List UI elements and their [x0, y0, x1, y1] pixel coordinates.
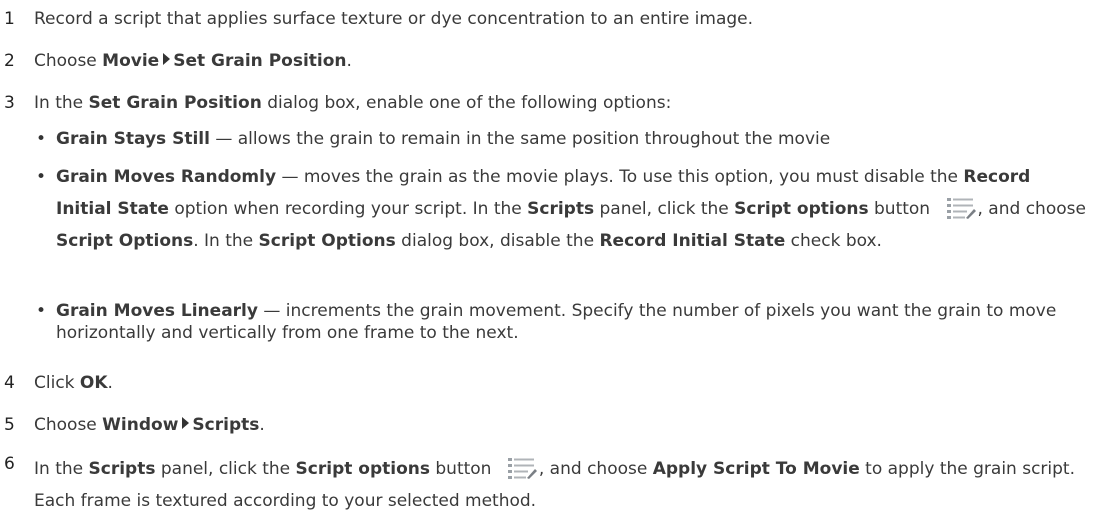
- step-1: 1 Record a script that applies surface t…: [0, 8, 1114, 30]
- step-number: 5: [4, 415, 15, 435]
- script-options-icon: [946, 196, 976, 220]
- step-6: 6 In the Scripts panel, click the Script…: [0, 453, 1114, 517]
- script-options-icon: [507, 456, 537, 480]
- text: button: [429, 459, 497, 479]
- script-options-label: Script options: [295, 459, 430, 479]
- text: check box.: [785, 231, 882, 251]
- text: Choose: [34, 51, 103, 71]
- step-text: Click OK.: [34, 372, 1114, 394]
- text: panel, click the: [155, 459, 296, 479]
- step-number: 2: [4, 51, 15, 71]
- option-name: Grain Stays Still: [56, 129, 210, 149]
- scripts-panel: Scripts: [527, 199, 595, 219]
- step-number: 4: [4, 373, 15, 393]
- text: — moves the grain as the movie plays. To…: [276, 167, 964, 187]
- step-3: 3 In the Set Grain Position dialog box, …: [0, 92, 1114, 114]
- bullet: •: [36, 167, 47, 187]
- script-options-menu: Script Options: [56, 231, 194, 251]
- menu-movie: Movie: [102, 51, 160, 71]
- text: In the: [34, 459, 89, 479]
- text: dialog box, enable one of the following …: [261, 93, 672, 113]
- option-text: Grain Stays Still — allows the grain to …: [56, 128, 1086, 150]
- apply-script-to-movie: Apply Script To Movie: [652, 459, 860, 479]
- option-name: Grain Moves Linearly: [56, 301, 258, 321]
- option-text: Grain Moves Randomly — moves the grain a…: [56, 161, 1086, 257]
- text: Choose: [34, 415, 103, 435]
- step-number: 1: [4, 9, 15, 29]
- text: In the: [34, 93, 89, 113]
- text: panel, click the: [594, 199, 735, 219]
- option-name: Grain Moves Randomly: [56, 167, 277, 187]
- menu-set-grain-position: Set Grain Position: [173, 51, 347, 71]
- text: option when recording your script. In th…: [168, 199, 528, 219]
- option-grain-stays-still: • Grain Stays Still — allows the grain t…: [36, 128, 1086, 150]
- step-text: Choose Movie Set Grain Position.: [34, 50, 1114, 72]
- menu-arrow-icon: [182, 417, 190, 429]
- bullet: •: [36, 301, 47, 321]
- text: button: [868, 199, 936, 219]
- step-number: 6: [4, 454, 15, 474]
- script-options-dialog: Script Options: [258, 231, 396, 251]
- step-5: 5 Choose Window Scripts.: [0, 414, 1114, 436]
- step-text: In the Set Grain Position dialog box, en…: [34, 92, 1114, 114]
- step-text: Record a script that applies surface tex…: [34, 9, 754, 29]
- dialog-name: Set Grain Position: [88, 93, 262, 113]
- bullet: •: [36, 129, 47, 149]
- text: . In the: [193, 231, 259, 251]
- instructions-page: 1 Record a script that applies surface t…: [0, 0, 1114, 530]
- record-initial-state-checkbox: Record Initial State: [599, 231, 786, 251]
- script-options-label: Script options: [734, 199, 869, 219]
- option-grain-moves-linearly: • Grain Moves Linearly — increments the …: [36, 300, 1086, 344]
- step-text: In the Scripts panel, click the Script o…: [34, 453, 1114, 517]
- text: .: [346, 51, 352, 71]
- option-grain-moves-randomly: • Grain Moves Randomly — moves the grain…: [36, 166, 1086, 257]
- text: Click: [34, 373, 80, 393]
- text: , and choose: [538, 459, 653, 479]
- ok-label: OK: [79, 373, 108, 393]
- option-text: Grain Moves Linearly — increments the gr…: [56, 300, 1086, 344]
- menu-window: Window: [102, 415, 179, 435]
- text: .: [259, 415, 265, 435]
- menu-scripts: Scripts: [192, 415, 260, 435]
- scripts-panel: Scripts: [88, 459, 156, 479]
- text: dialog box, disable the: [395, 231, 600, 251]
- step-4: 4 Click OK.: [0, 372, 1114, 394]
- text: .: [107, 373, 113, 393]
- text: — allows the grain to remain in the same…: [209, 129, 831, 149]
- step-2: 2 Choose Movie Set Grain Position.: [0, 50, 1114, 72]
- text: , and choose: [977, 199, 1086, 219]
- step-number: 3: [4, 93, 15, 113]
- menu-arrow-icon: [163, 53, 171, 65]
- step-text: Choose Window Scripts.: [34, 414, 1114, 436]
